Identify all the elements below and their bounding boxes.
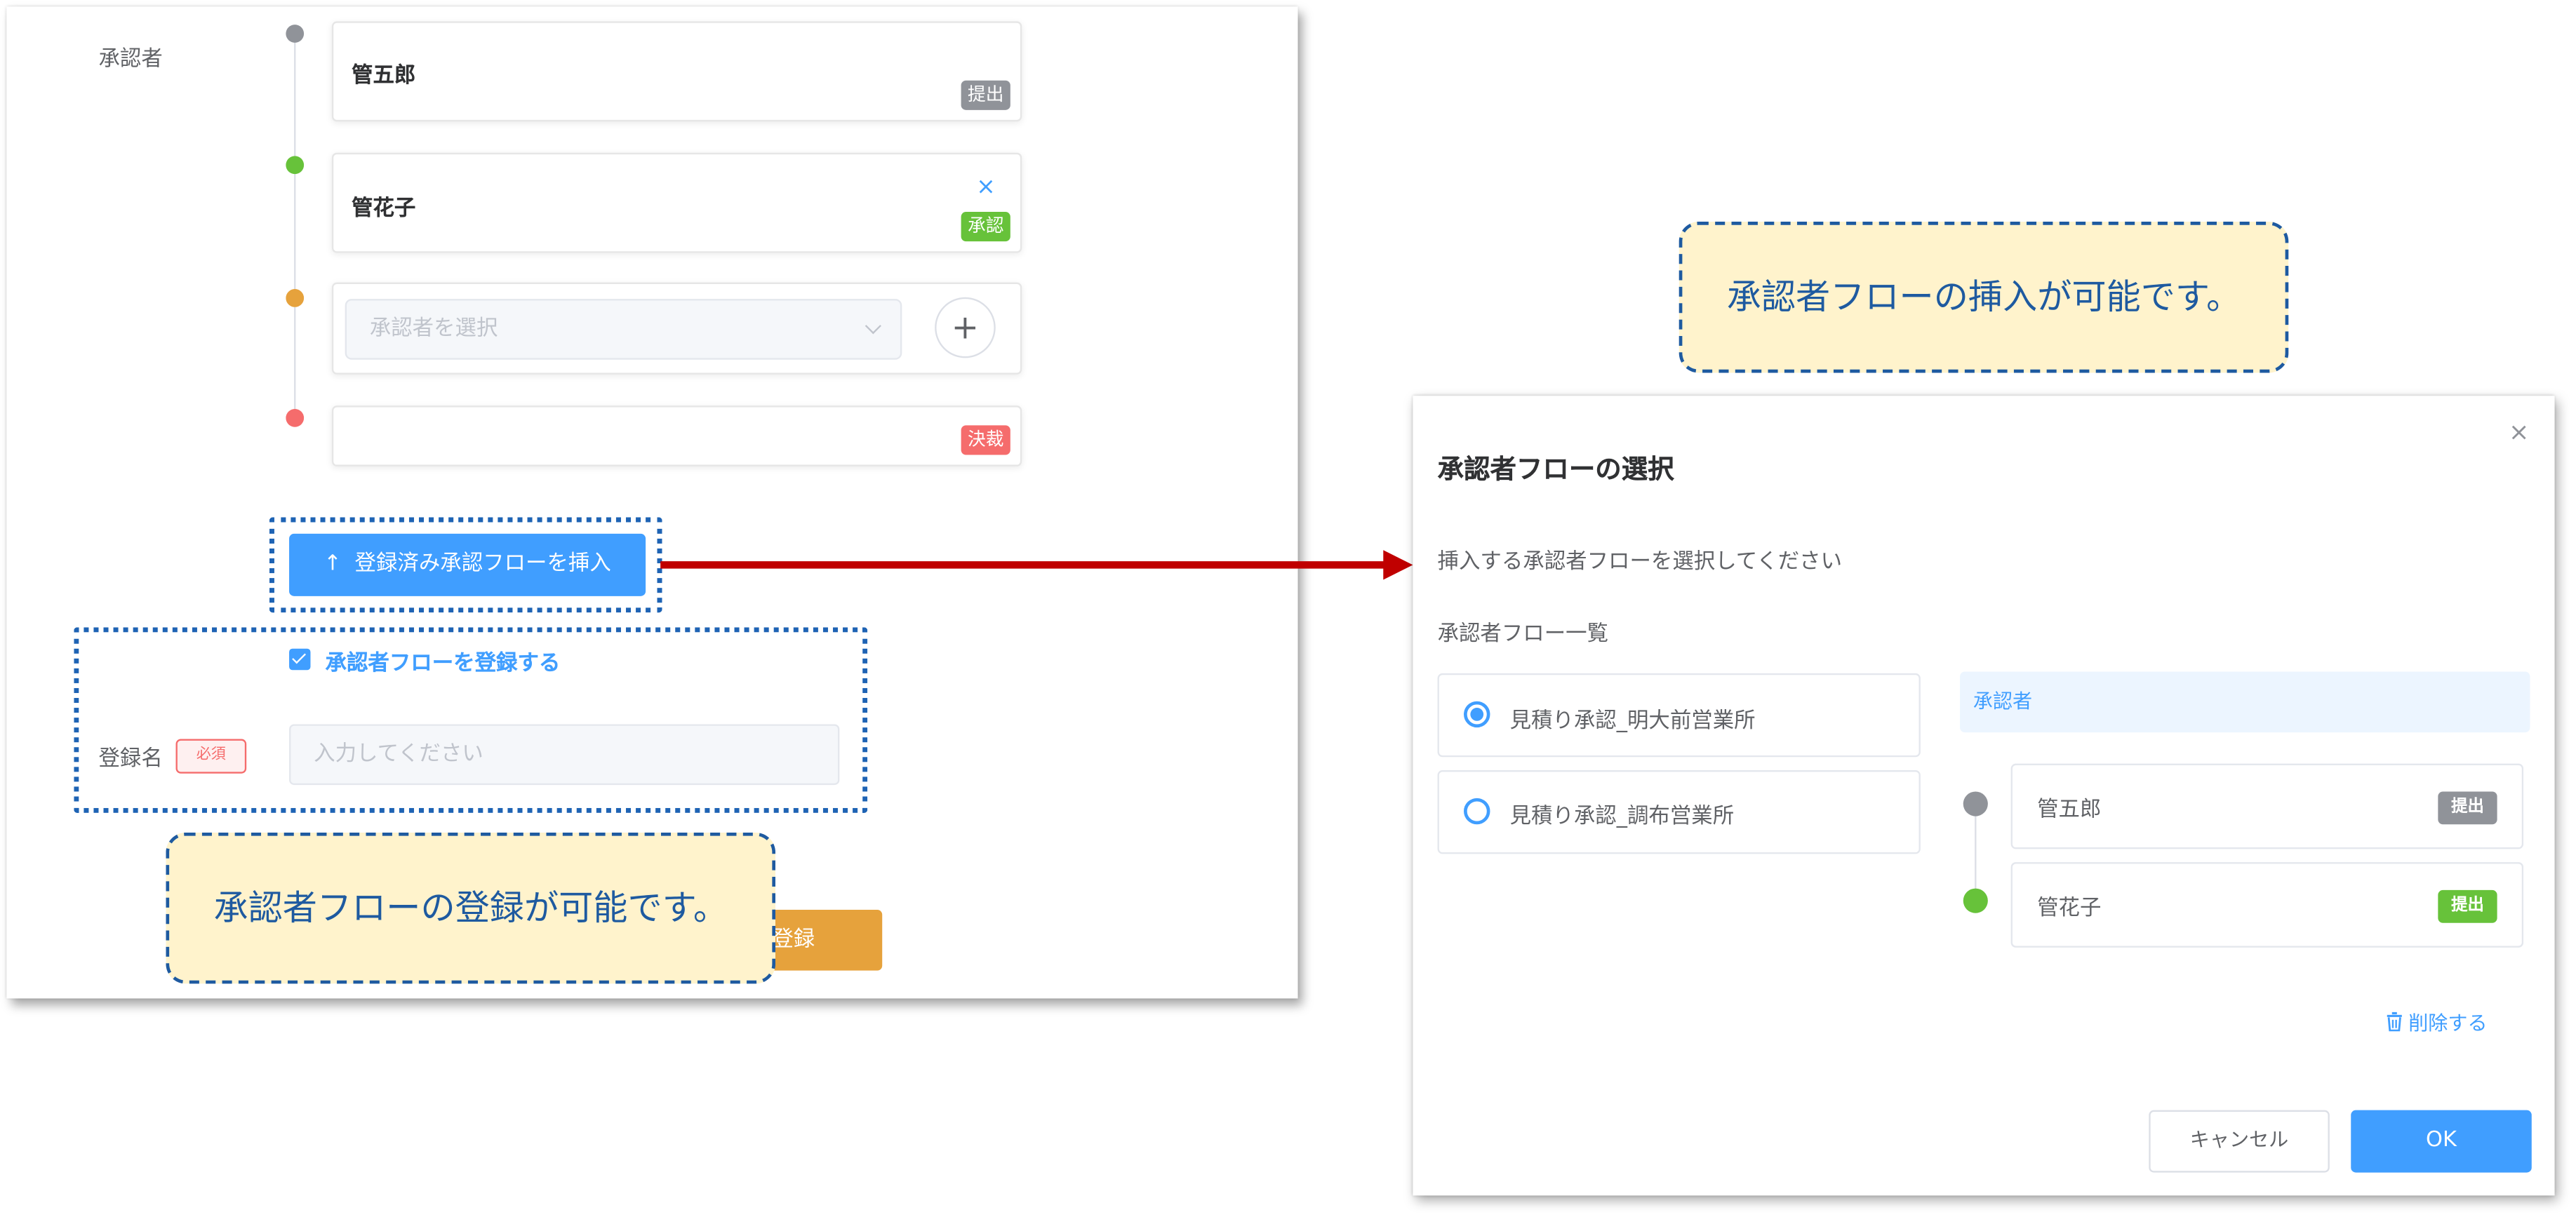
radio-selected-icon[interactable] [1464, 701, 1490, 728]
register-name-placeholder: 入力してください [314, 742, 483, 767]
preview-approver-name: 管花子 [2037, 896, 2102, 922]
register-callout: 承認者フローの登録が可能です。 [166, 832, 776, 984]
approver-label: 承認者 [98, 47, 163, 73]
preview-approver-card: 管花子 提出 [2010, 862, 2524, 948]
flow-select-dialog: 承認者フローの選択 × 挿入する承認者フローを選択してください 承認者フロー一覧… [1413, 396, 2555, 1196]
insert-flow-label: 登録済み承認フローを挿入 [354, 551, 611, 577]
approver-select[interactable]: 承認者を選択 [345, 299, 902, 360]
register-flow-checkbox[interactable] [289, 648, 311, 671]
delete-flow-label: 削除する [2408, 1011, 2488, 1035]
flow-option-label: 見積り承認_調布営業所 [1509, 805, 1735, 830]
chevron-down-icon [865, 318, 881, 335]
register-name-input[interactable]: 入力してください [289, 724, 840, 786]
status-badge: 提出 [2438, 791, 2497, 825]
status-badge: 提出 [961, 80, 1010, 110]
delete-flow-link[interactable]: 削除する [2385, 1008, 2488, 1036]
approver-name: 管五郎 [352, 64, 416, 89]
required-badge: 必須 [175, 739, 247, 774]
flow-list-label: 承認者フロー一覧 [1437, 622, 1609, 647]
preview-dot-approve [1963, 888, 1988, 913]
radio-unselected-icon[interactable] [1464, 798, 1490, 825]
timeline-line [294, 36, 296, 417]
dialog-instruction: 挿入する承認者フローを選択してください [1437, 550, 1843, 575]
approver-select-placeholder: 承認者を選択 [369, 316, 498, 342]
insert-callout: 承認者フローの挿入が可能です。 [1679, 222, 2289, 373]
close-icon[interactable]: × [2509, 419, 2529, 445]
register-flow-checkbox-label[interactable]: 承認者フローを登録する [326, 645, 561, 676]
approver-preview-header: 承認者 [1960, 671, 2530, 733]
status-badge: 提出 [2438, 889, 2497, 923]
arrow-up-icon: ↑ [323, 551, 342, 577]
timeline-dot-submit [286, 25, 305, 43]
register-name-label: 登録名 [98, 747, 163, 772]
preview-dot-submit [1963, 791, 1988, 816]
approver-select-card: 承認者を選択 + [331, 282, 1022, 375]
arrow-connector [660, 550, 1413, 580]
approver-card-final: 決裁 [331, 405, 1022, 466]
timeline-dot-pending [286, 289, 305, 307]
preview-timeline-line [1975, 806, 1977, 902]
approver-card: 管五郎 提出 [331, 21, 1022, 122]
timeline-dot-final [286, 408, 305, 427]
add-approver-button[interactable]: + [935, 297, 996, 358]
ok-button[interactable]: OK [2351, 1110, 2532, 1173]
status-badge: 承認 [961, 212, 1010, 242]
approver-card: 管花子 × 承認 [331, 152, 1022, 253]
flow-option-label: 見積り承認_明大前営業所 [1509, 709, 1756, 734]
remove-icon[interactable]: × [976, 176, 995, 199]
register-submit-label: 登録 [772, 927, 815, 953]
dialog-title: 承認者フローの選択 [1437, 453, 1674, 485]
approver-name: 管花子 [352, 196, 416, 222]
preview-approver-card: 管五郎 提出 [2010, 763, 2524, 849]
trash-icon [2387, 1011, 2402, 1032]
flow-option[interactable]: 見積り承認_調布営業所 [1437, 770, 1921, 854]
cancel-button[interactable]: キャンセル [2149, 1110, 2330, 1173]
insert-flow-button[interactable]: ↑ 登録済み承認フローを挿入 [289, 533, 646, 596]
timeline-dot-approve [286, 156, 305, 175]
preview-approver-name: 管五郎 [2037, 798, 2102, 823]
status-badge: 決裁 [961, 425, 1010, 455]
flow-option[interactable]: 見積り承認_明大前営業所 [1437, 673, 1921, 758]
arrow-head [1383, 550, 1413, 580]
